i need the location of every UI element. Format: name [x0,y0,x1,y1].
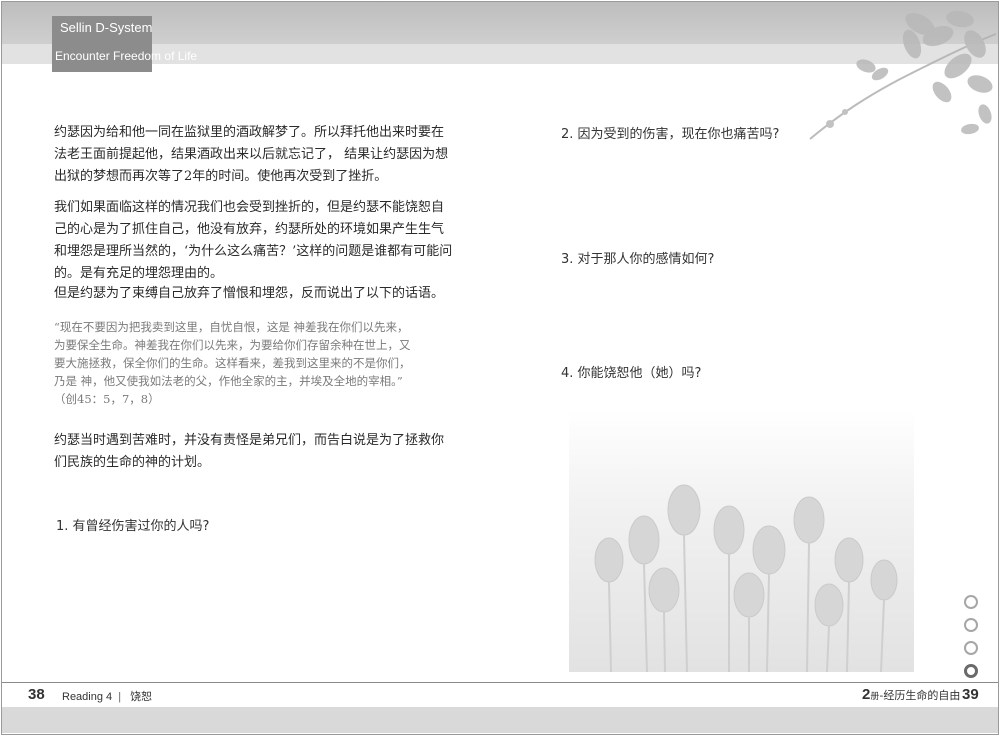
left-page-number: 38 [28,686,45,703]
tulip-photo [569,410,914,672]
quote-line: 乃是 神，他又使我如法老的父，作他全家的主，并埃及全地的宰相。” [54,374,403,388]
question-1: 1. 有曾经伤害过你的人吗? [56,519,210,534]
footer-band [2,707,998,733]
chapter-title: -经历生命的自由 [879,689,961,702]
indicator-dot[interactable] [964,618,978,632]
question-2: 2. 因为受到的伤害，现在你也痛苦吗? [561,127,780,142]
indicator-dot[interactable] [964,641,978,655]
quote-line: 要大施拯救，保全你们的生命。这样看来，差我到这里来的不是你们， [54,356,411,370]
chapter-marker: 册 [870,692,880,702]
question-4: 4. 你能饶恕他（她）吗? [561,366,702,381]
quote-line: “现在不要因为把我卖到这里，自忧自恨，这是 神差我在你们以先来， [54,320,409,334]
closing-paragraph: 约瑟当时遇到苦难时，并没有责怪是弟兄们，而告白说是为了拯救你们民族的生命的神的计… [54,433,445,470]
question-3: 3. 对于那人你的感情如何? [561,252,715,267]
indicator-dot-active[interactable] [964,664,978,678]
right-footer-label: 2册-经历生命的自由 [862,686,960,703]
footer-separator: | [118,691,122,703]
paragraph-3: 但是约瑟为了束缚自己放弃了憎恨和埋怨，反而说出了以下的话语。 [54,286,445,301]
right-page-number: 39 [962,686,979,703]
footer-divider [2,682,998,683]
paragraph-2: 我们如果面临这样的情况我们也会受到挫折的，但是约瑟不能饶恕自己的心是为了抓住自己… [54,200,453,281]
paragraph-1: 约瑟因为给和他一同在监狱里的酒政解梦了。所以拜托他出来时要在法老王面前提起他，结… [54,125,449,184]
reading-topic: 饶恕 [130,691,153,703]
reading-label: Reading 4 [62,691,113,703]
brand-title: Sellin D-System [60,20,153,35]
indicator-dot[interactable] [964,595,978,609]
page-indicator [964,595,980,687]
brand-subtitle: Encounter Freedom of Life [55,49,198,63]
flower-decoration-icon [809,10,997,140]
left-footer-label: Reading 4 | 饶恕 [62,688,152,704]
book-spread: Sellin D-System Encounter Freedom of Lif… [0,0,1000,736]
quote-line: 为要保全生命。神差我在你们以先来，为要给你们存留余种在世上，又 [54,338,411,352]
quote-reference: （创45：5，7，8） [54,392,160,406]
scripture-quote: “现在不要因为把我卖到这里，自忧自恨，这是 神差我在你们以先来， 为要保全生命。… [54,318,464,408]
